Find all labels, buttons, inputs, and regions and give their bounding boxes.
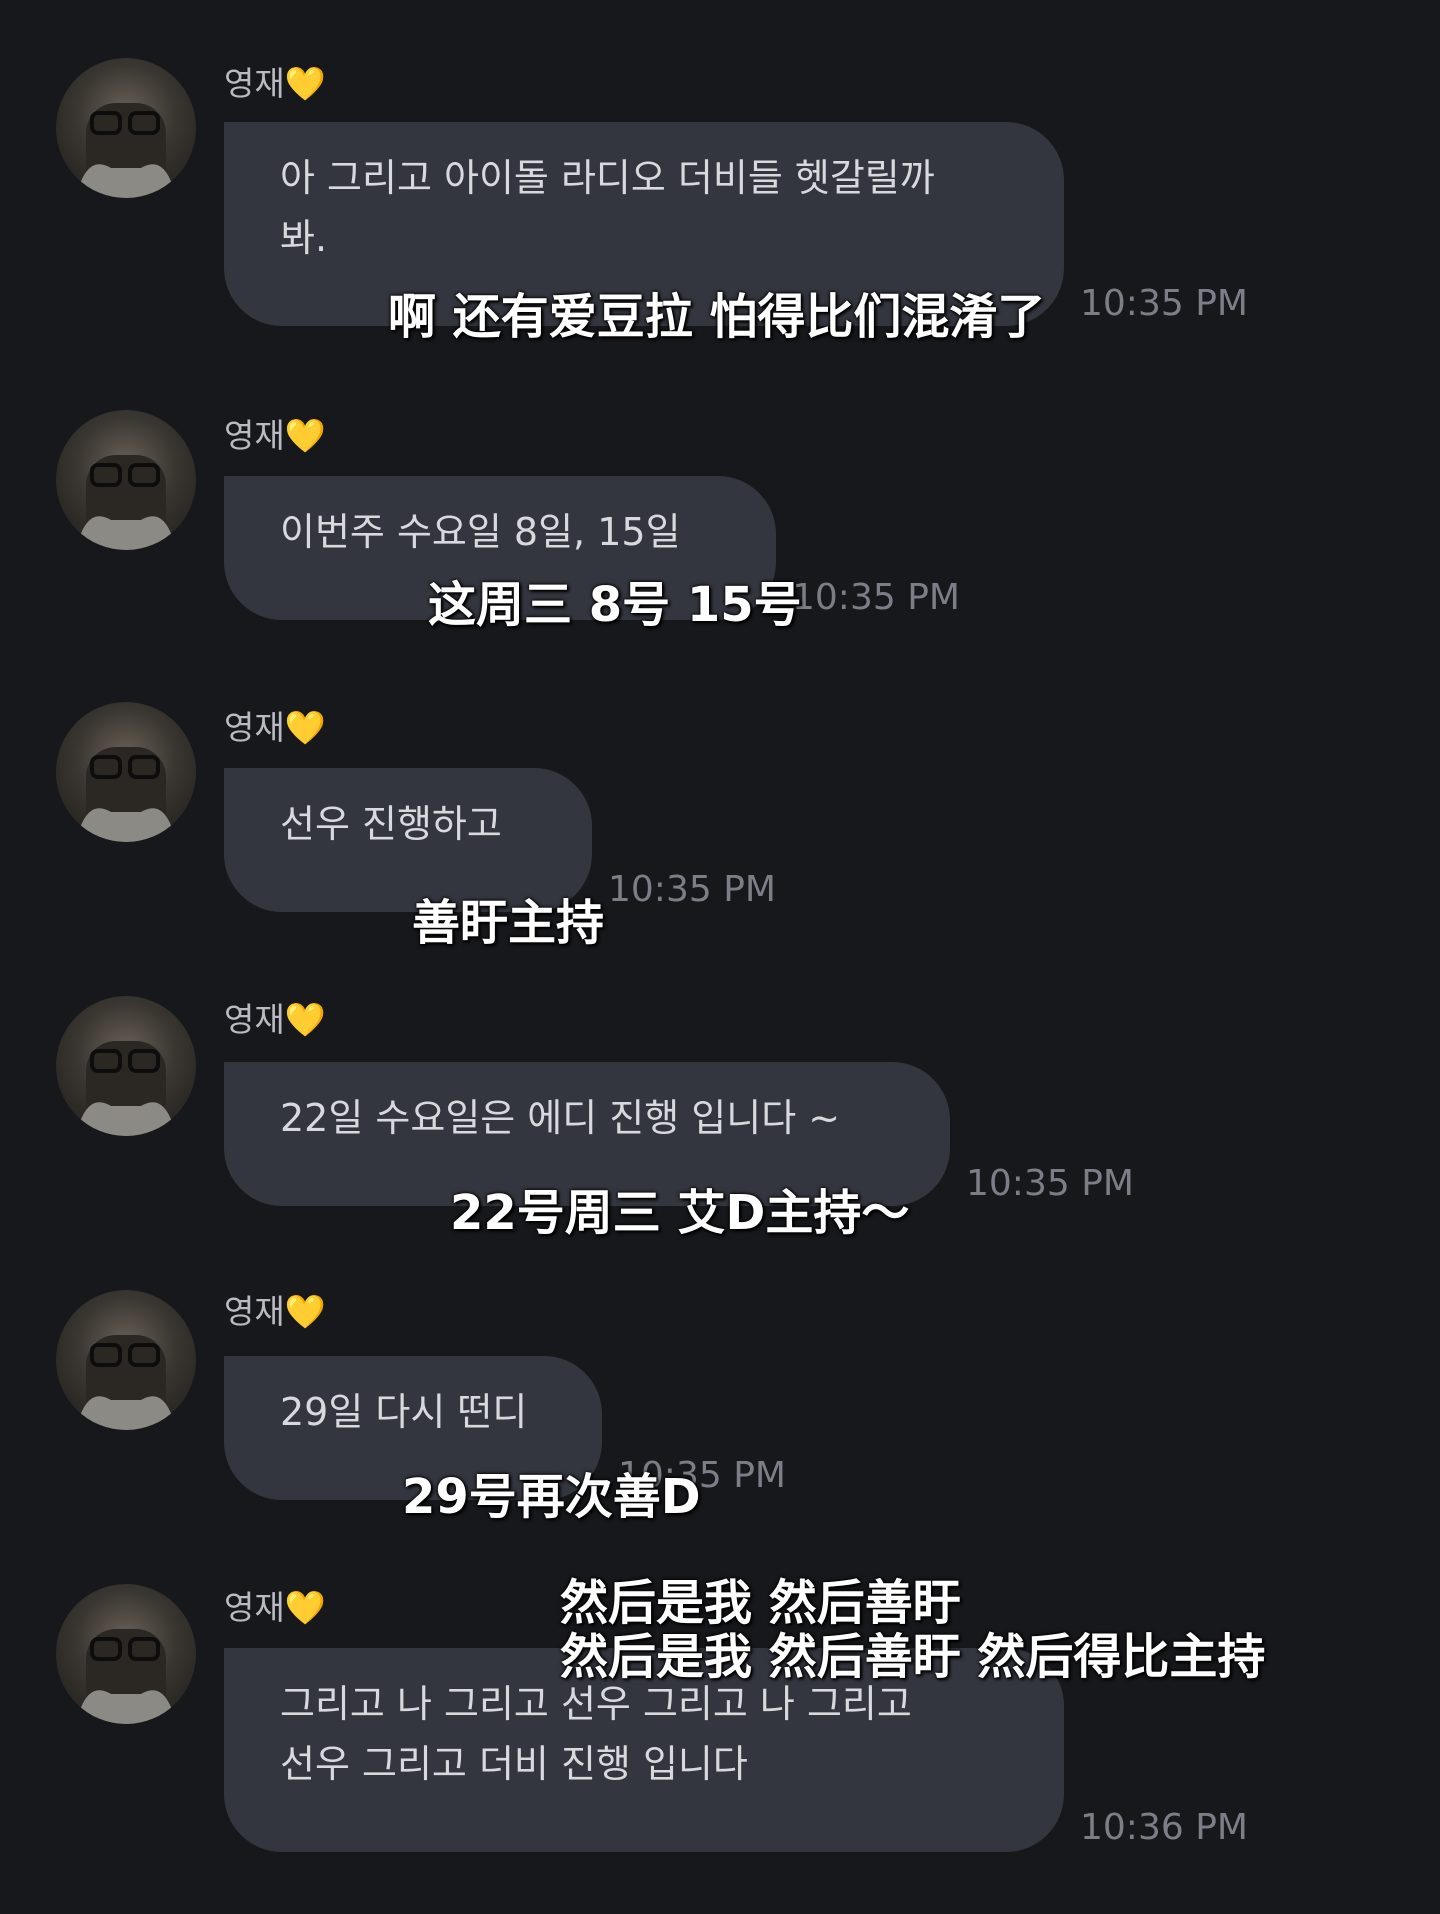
message-line: 봐. [280, 216, 328, 260]
subtitle-overlay: 然后是我 然后善盱 [560, 1575, 961, 1631]
subtitle-overlay: 然后是我 然后善盱 然后得比主持 [560, 1629, 1266, 1685]
message-time: 10:35 PM [792, 577, 960, 618]
message-time: 10:35 PM [1080, 283, 1248, 324]
message-line: 이번주 수요일 8일, 15일 [280, 510, 681, 554]
subtitle-overlay: 29号再次善D [402, 1469, 701, 1525]
message-time: 10:36 PM [1080, 1807, 1248, 1848]
message-line: 29일 다시 떤디 [280, 1390, 528, 1434]
avatar[interactable] [56, 410, 196, 550]
message-bubble[interactable]: 선우 진행하고 [224, 768, 592, 912]
avatar[interactable] [56, 1290, 196, 1430]
message-line: 아 그리고 아이돌 라디오 더비들 헷갈릴까 [280, 156, 935, 200]
avatar[interactable] [56, 996, 196, 1136]
sender-name: 영재💛 [224, 416, 326, 455]
avatar[interactable] [56, 1584, 196, 1724]
message-time: 10:35 PM [966, 1163, 1134, 1204]
sender-name: 영재💛 [224, 64, 326, 103]
subtitle-overlay: 啊 还有爱豆拉 怕得比们混淆了 [388, 289, 1046, 345]
avatar[interactable] [56, 702, 196, 842]
message-line: 선우 진행하고 [280, 802, 502, 846]
sender-name: 영재💛 [224, 1588, 326, 1627]
subtitle-overlay: 这周三 8号 15号 [428, 577, 802, 633]
sender-name: 영재💛 [224, 1292, 326, 1331]
message-line: 선우 그리고 더비 진행 입니다 [280, 1742, 748, 1786]
sender-name: 영재💛 [224, 708, 326, 747]
avatar[interactable] [56, 58, 196, 198]
sender-name: 영재💛 [224, 1000, 326, 1039]
message-time: 10:35 PM [608, 869, 776, 910]
message-line: 22일 수요일은 에디 진행 입니다 ~ [280, 1096, 841, 1140]
subtitle-overlay: 22号周三 艾D主持～ [450, 1185, 910, 1241]
subtitle-overlay: 善盱主持 [412, 895, 605, 951]
